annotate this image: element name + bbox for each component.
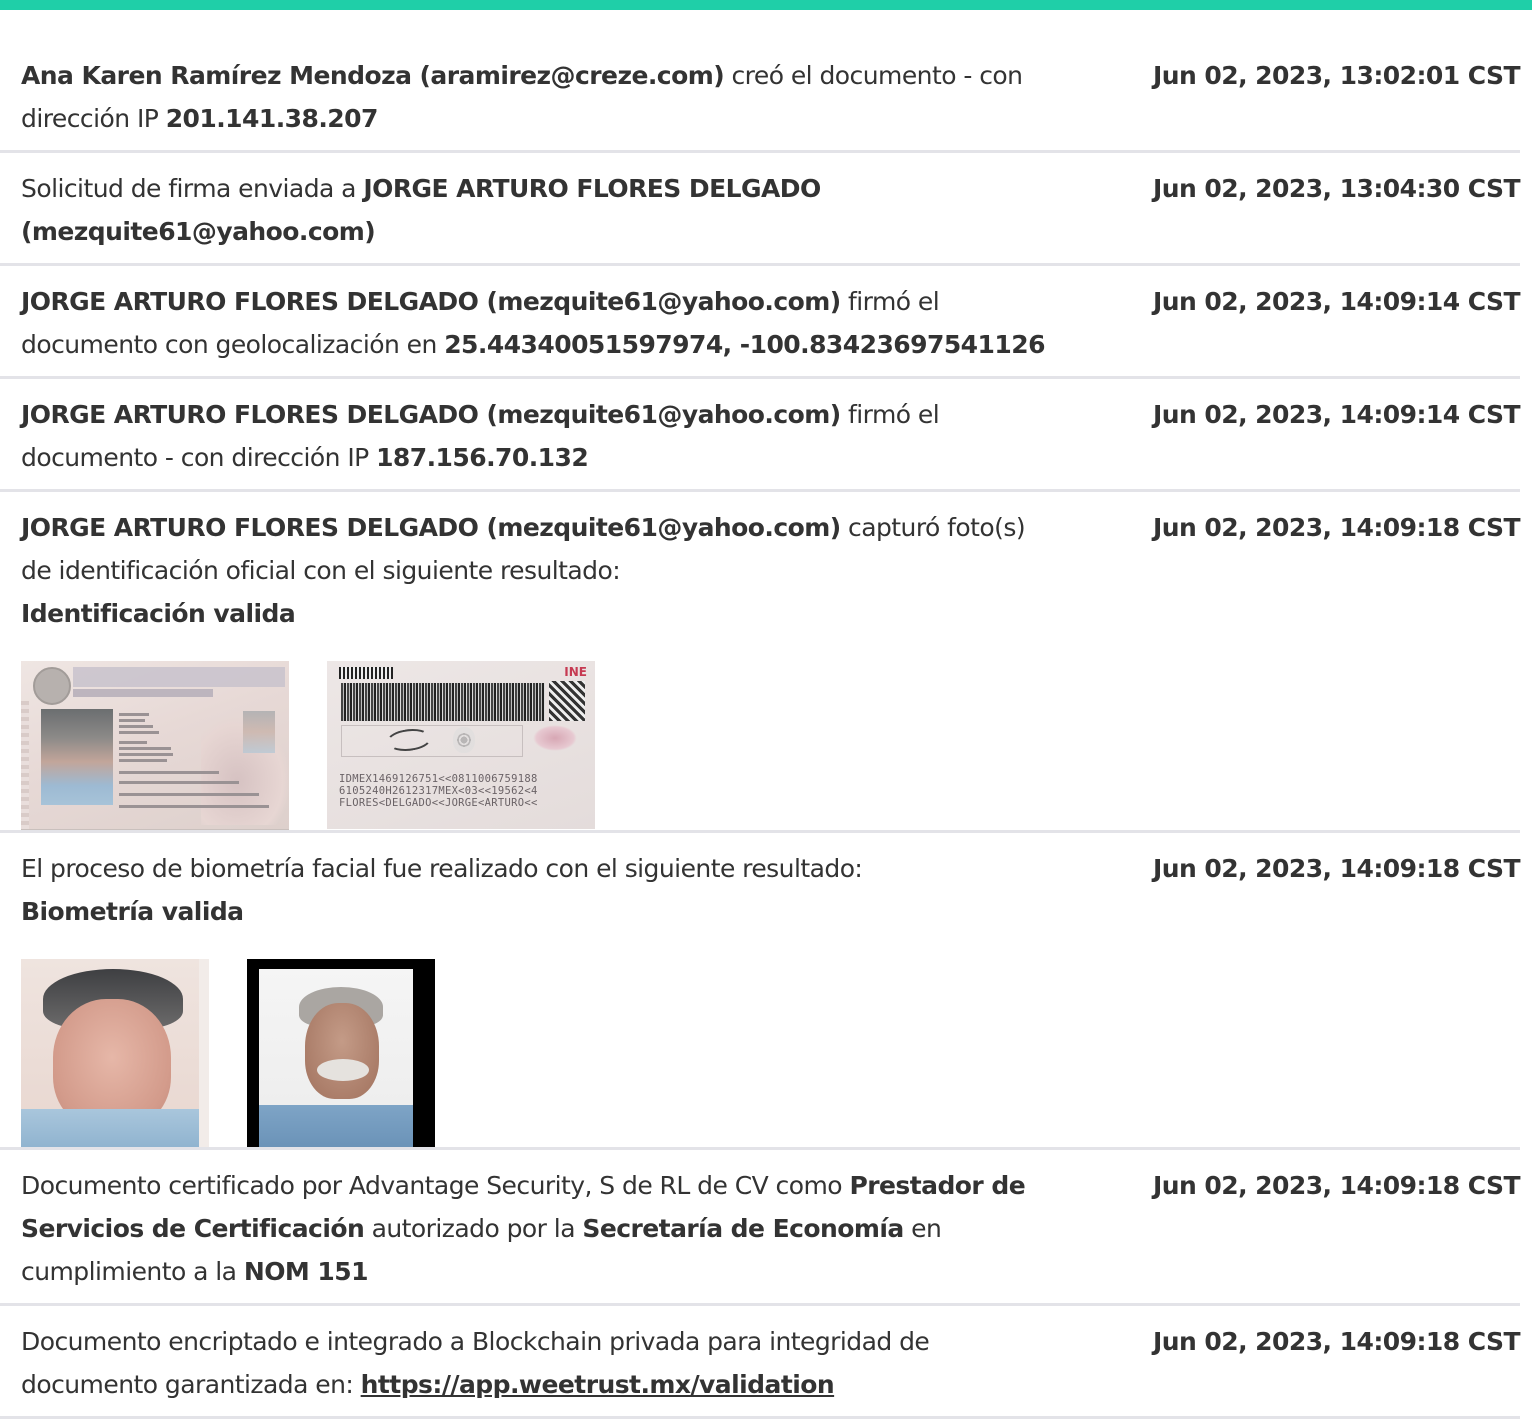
- qr-code-icon: [549, 681, 585, 721]
- log-entry-timestamp: Jun 02, 2023, 13:02:01 CST: [1152, 61, 1521, 90]
- log-entry-timestamp: Jun 02, 2023, 14:09:18 CST: [1152, 1171, 1521, 1200]
- log-entry-bold-text: 201.141.38.207: [165, 104, 379, 133]
- log-entry-timestamp: Jun 02, 2023, 14:09:14 CST: [1152, 287, 1521, 316]
- barcode-icon: [339, 667, 393, 679]
- log-entry-images: [21, 959, 1520, 1147]
- log-entry-timestamp: Jun 02, 2023, 14:09:18 CST: [1152, 854, 1521, 883]
- log-entry: El proceso de biometría facial fue reali…: [0, 833, 1521, 1150]
- log-entry-description: Documento encriptado e integrado a Block…: [21, 1320, 1061, 1406]
- log-entry-bold-text: JORGE ARTURO FLORES DELGADO (mezquite61@…: [21, 400, 841, 429]
- log-entry: JORGE ARTURO FLORES DELGADO (mezquite61@…: [0, 492, 1521, 833]
- log-entry-description: JORGE ARTURO FLORES DELGADO (mezquite61@…: [21, 280, 1061, 366]
- log-entry: JORGE ARTURO FLORES DELGADO (mezquite61@…: [0, 266, 1521, 379]
- id-face-photo: [21, 959, 209, 1147]
- log-entry: Documento certificado por Advantage Secu…: [0, 1150, 1521, 1306]
- log-entry: Solicitud de firma enviada a JORGE ARTUR…: [0, 153, 1521, 266]
- log-entry-description: JORGE ARTURO FLORES DELGADO (mezquite61@…: [21, 506, 1061, 635]
- ine-badge: INE: [564, 665, 587, 679]
- log-entry-timestamp: Jun 02, 2023, 14:09:18 CST: [1152, 1327, 1521, 1356]
- log-entry-description: JORGE ARTURO FLORES DELGADO (mezquite61@…: [21, 393, 1061, 479]
- selfie-photo: [247, 959, 435, 1147]
- log-entry-bold-text: Secretaría de Economía: [582, 1214, 904, 1243]
- log-entry-timestamp: Jun 02, 2023, 13:04:30 CST: [1152, 174, 1521, 203]
- log-entry-text: Solicitud de firma enviada a: [21, 174, 364, 203]
- audit-log: Ana Karen Ramírez Mendoza (aramirez@crez…: [0, 40, 1521, 1419]
- log-entry-description: Ana Karen Ramírez Mendoza (aramirez@crez…: [21, 54, 1061, 140]
- id-card-front-image: [21, 661, 289, 830]
- log-entry-timestamp: Jun 02, 2023, 14:09:18 CST: [1152, 513, 1521, 542]
- log-entry-text: Documento certificado por Advantage Secu…: [21, 1171, 850, 1200]
- log-entry-text: autorizado por la: [364, 1214, 583, 1243]
- log-entry-text: El proceso de biometría facial fue reali…: [21, 854, 863, 883]
- log-entry-bold-text: Identificación valida: [21, 599, 296, 628]
- log-entry-timestamp: Jun 02, 2023, 14:09:14 CST: [1152, 400, 1521, 429]
- log-entry-bold-text: Ana Karen Ramírez Mendoza (aramirez@crez…: [21, 61, 725, 90]
- id-card-photo: [41, 709, 113, 805]
- log-entry-bold-text: 187.156.70.132: [376, 443, 589, 472]
- log-entry-bold-text: NOM 151: [243, 1257, 369, 1286]
- mrz-text: IDMEX1469126751<<0811006759188 6105240H2…: [339, 773, 538, 809]
- log-entry-bold-text: 25.44340051597974, -100.83423697541126: [444, 330, 1045, 359]
- log-entry-bold-text: JORGE ARTURO FLORES DELGADO (mezquite61@…: [21, 287, 841, 316]
- log-entry-description: El proceso de biometría facial fue reali…: [21, 847, 1061, 933]
- validation-link[interactable]: https://app.weetrust.mx/validation: [361, 1370, 835, 1399]
- log-entry-bold-text: JORGE ARTURO FLORES DELGADO (mezquite61@…: [21, 513, 841, 542]
- fingerprint-icon: [453, 727, 475, 753]
- log-entry: Ana Karen Ramírez Mendoza (aramirez@crez…: [0, 40, 1521, 153]
- id-card-back-image: INE IDMEX1469126751<<0811006759188 61052…: [327, 661, 595, 829]
- log-entry-description: Documento certificado por Advantage Secu…: [21, 1164, 1061, 1293]
- seal-icon: [33, 667, 71, 705]
- log-entry: Documento encriptado e integrado a Block…: [0, 1306, 1521, 1419]
- log-entry: JORGE ARTURO FLORES DELGADO (mezquite61@…: [0, 379, 1521, 492]
- log-entry-images: INE IDMEX1469126751<<0811006759188 61052…: [21, 661, 1520, 830]
- log-entry-description: Solicitud de firma enviada a JORGE ARTUR…: [21, 167, 1061, 253]
- top-accent-bar: [0, 0, 1532, 10]
- log-entry-bold-text: Biometría valida: [21, 897, 244, 926]
